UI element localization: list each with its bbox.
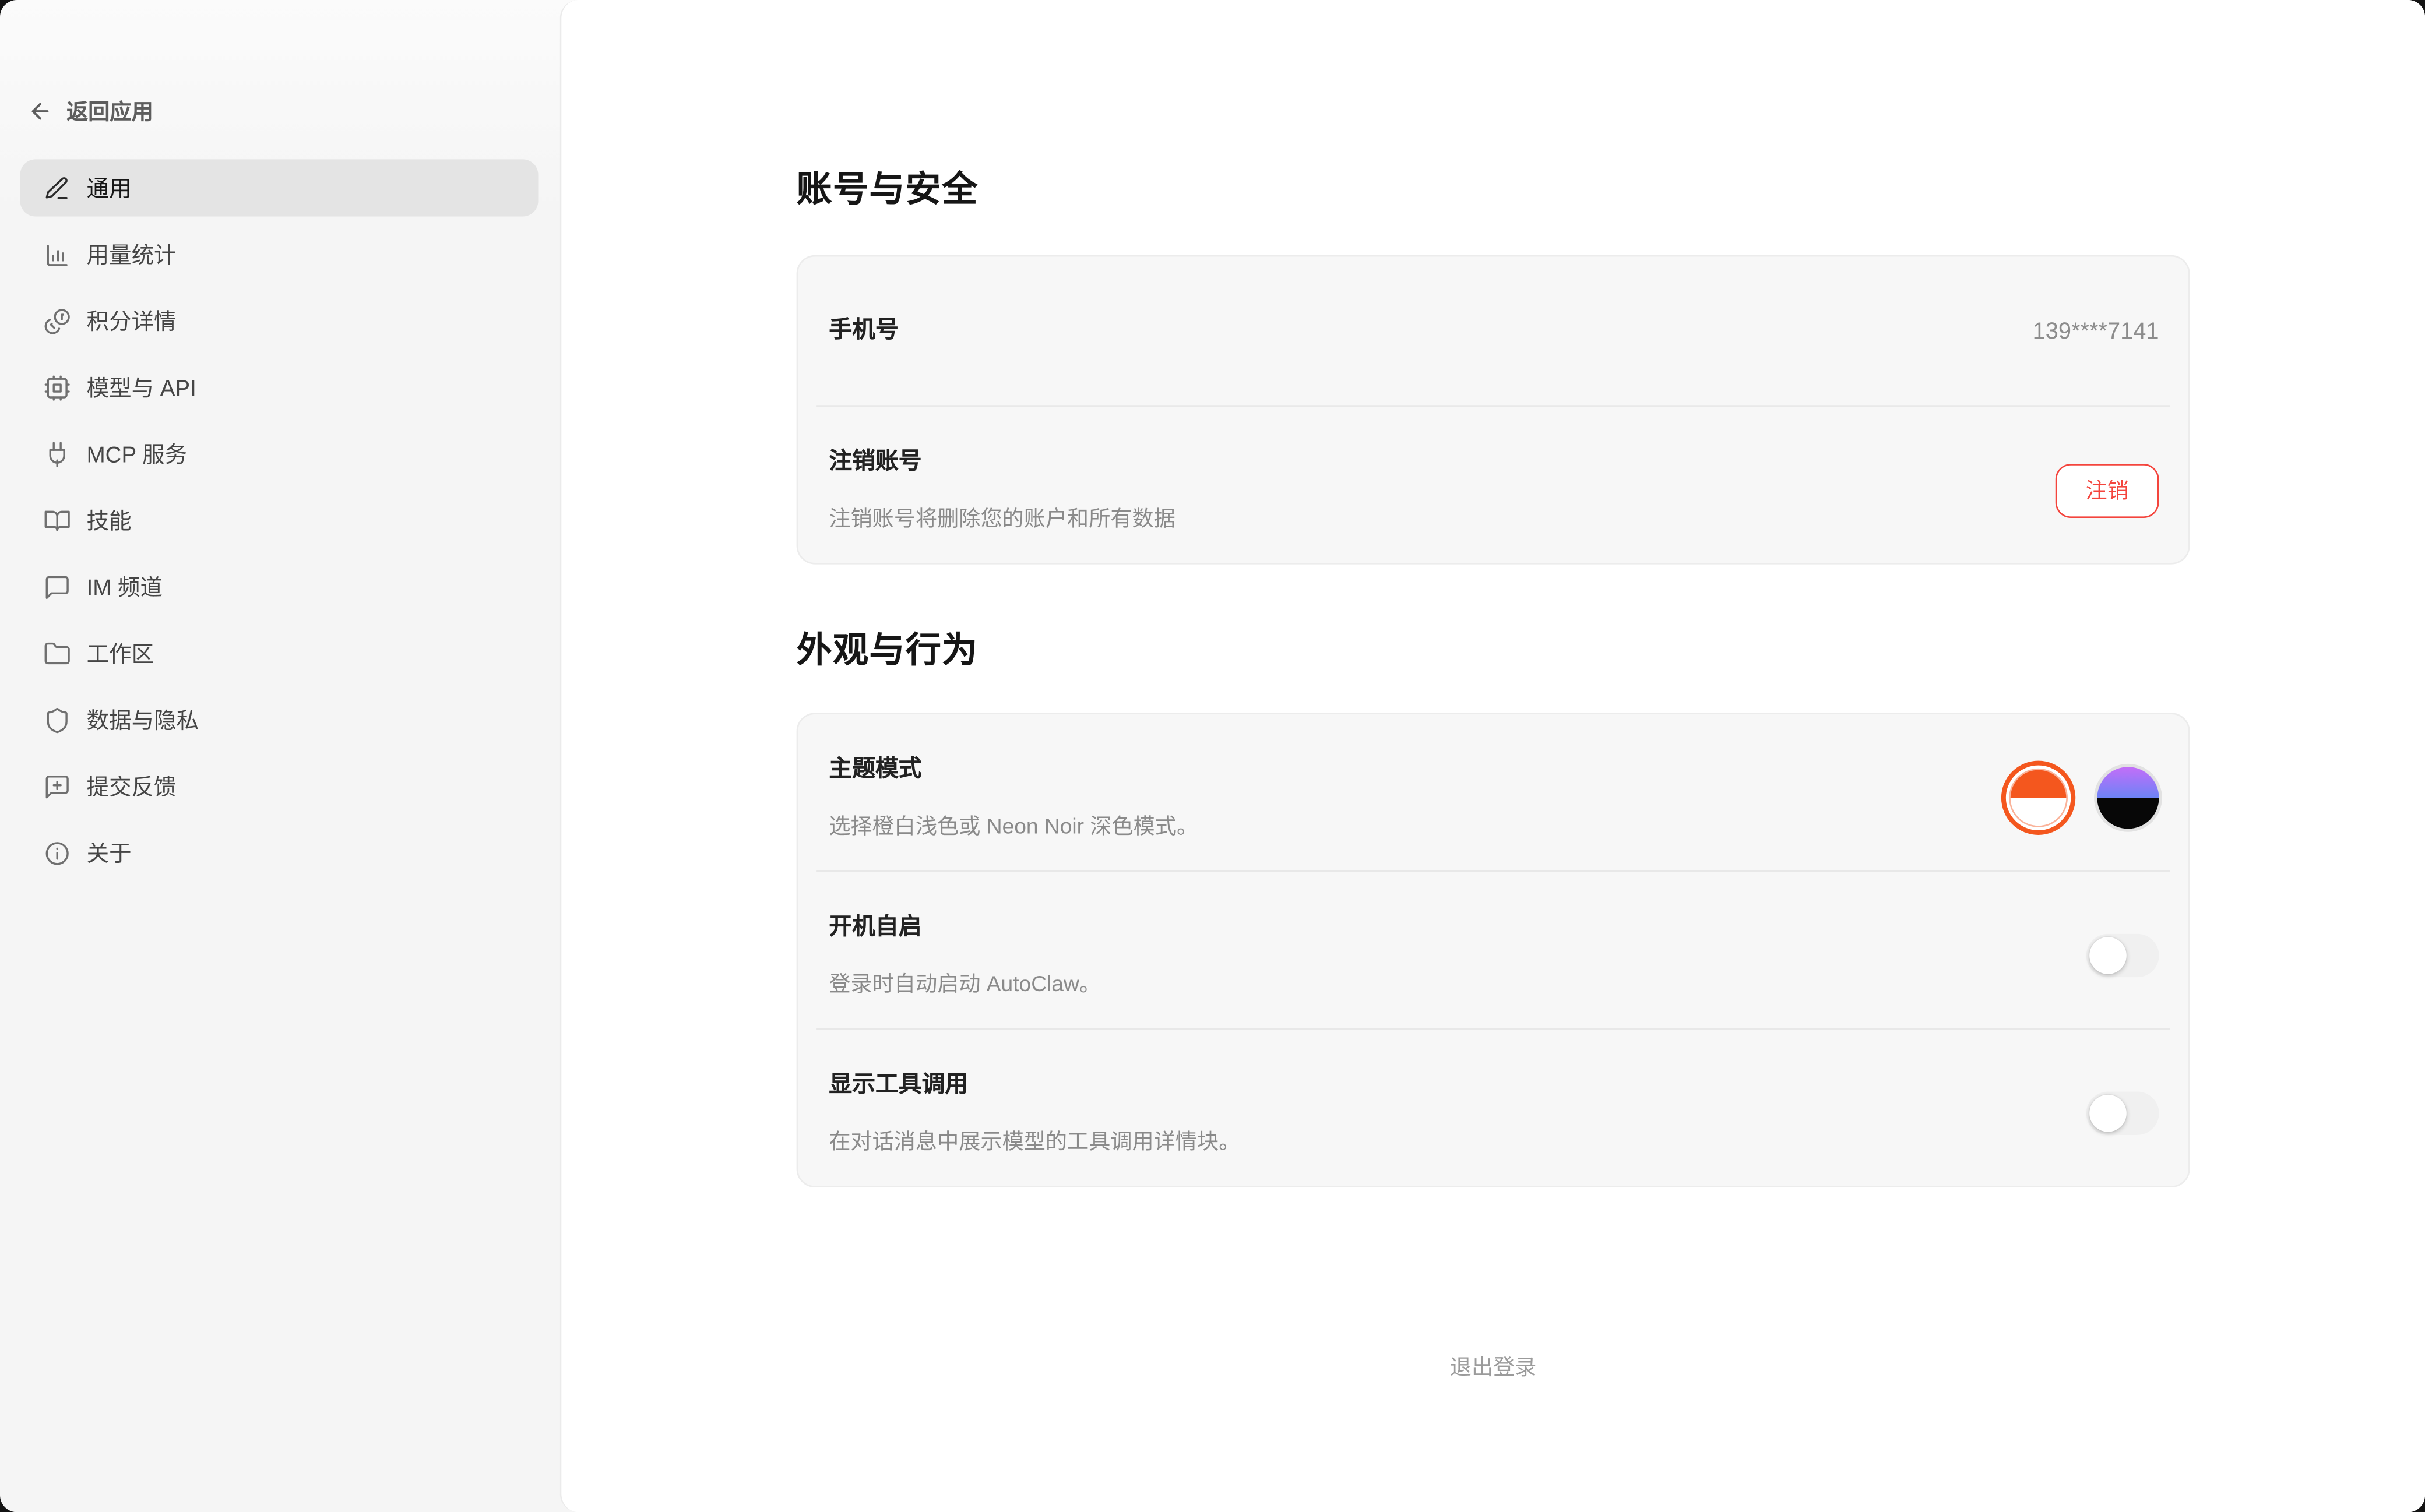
sidebar-item-label: 模型与 API: [87, 371, 196, 404]
back-to-app-label: 返回应用: [66, 96, 153, 127]
sidebar-item-label: 积分详情: [87, 305, 177, 337]
show-tool-calls-label: 显示工具调用: [829, 1070, 1240, 1101]
theme-light-swatch[interactable]: [2011, 770, 2067, 826]
book-open-icon: [43, 506, 71, 534]
sidebar-item-feedback[interactable]: 提交反馈: [20, 757, 538, 815]
sidebar-item-skills[interactable]: 技能: [20, 492, 538, 549]
bar-chart-icon: [43, 241, 71, 269]
settings-window: 返回应用 通用 用量统计: [0, 0, 2425, 1512]
sidebar-item-im-channels[interactable]: IM 频道: [20, 558, 538, 615]
appearance-card: 主题模式 选择橙白浅色或 Neon Noir 深色模式。 开机自启 登录时自动启…: [797, 713, 2190, 1187]
autostart-label: 开机自启: [829, 912, 1101, 943]
main-panel: 账号与安全 手机号 139****7141 注销账号 注销账号将删除您的账户和所…: [560, 0, 2425, 1512]
sidebar-item-label: 数据与隐私: [87, 703, 199, 736]
phone-label: 手机号: [829, 315, 898, 346]
pen-icon: [43, 174, 71, 202]
sidebar-item-label: IM 频道: [87, 570, 163, 603]
sidebar-item-models-api[interactable]: 模型与 API: [20, 359, 538, 416]
sidebar-item-mcp-services[interactable]: MCP 服务: [20, 425, 538, 482]
sidebar: 返回应用 通用 用量统计: [0, 0, 560, 1512]
sidebar-item-about[interactable]: 关于: [20, 824, 538, 881]
sidebar-item-label: 通用: [87, 172, 132, 205]
appearance-behavior-title: 外观与行为: [797, 620, 2190, 672]
autostart-toggle[interactable]: [2086, 934, 2159, 977]
shield-icon: [43, 706, 71, 734]
info-icon: [43, 839, 71, 867]
folder-icon: [43, 639, 71, 667]
back-to-app-button[interactable]: 返回应用: [20, 96, 538, 127]
cpu-icon: [43, 373, 71, 401]
show-tool-calls-description: 在对话消息中展示模型的工具调用详情块。: [829, 1126, 1240, 1157]
account-security-title: 账号与安全: [797, 159, 2190, 212]
theme-mode-description: 选择橙白浅色或 Neon Noir 深色模式。: [829, 810, 1198, 841]
sidebar-item-label: 用量统计: [87, 238, 177, 271]
show-tool-calls-toggle[interactable]: [2086, 1092, 2159, 1135]
sidebar-item-credits[interactable]: 积分详情: [20, 292, 538, 350]
sidebar-item-label: 关于: [87, 837, 132, 869]
toggle-knob: [2089, 1095, 2127, 1132]
delete-account-label: 注销账号: [829, 447, 1175, 478]
account-card: 手机号 139****7141 注销账号 注销账号将删除您的账户和所有数据 注销: [797, 255, 2190, 565]
feedback-plus-icon: [43, 773, 71, 801]
sidebar-item-label: MCP 服务: [87, 438, 187, 470]
coins-icon: [43, 307, 71, 335]
theme-dark-swatch[interactable]: [2097, 767, 2159, 829]
show-tool-calls-row: 显示工具调用 在对话消息中展示模型的工具调用详情块。: [798, 1030, 2188, 1186]
phone-value: 139****7141: [2033, 318, 2159, 344]
sidebar-item-label: 技能: [87, 504, 132, 537]
sidebar-item-label: 提交反馈: [87, 770, 177, 803]
theme-mode-label: 主题模式: [829, 755, 1198, 785]
delete-account-button[interactable]: 注销: [2056, 463, 2159, 517]
autostart-row: 开机自启 登录时自动启动 AutoClaw。: [798, 872, 2188, 1028]
sidebar-nav: 通用 用量统计 积分详情: [20, 159, 538, 881]
sidebar-item-usage-stats[interactable]: 用量统计: [20, 225, 538, 283]
autostart-description: 登录时自动启动 AutoClaw。: [829, 968, 1101, 999]
sidebar-item-label: 工作区: [87, 637, 154, 669]
sidebar-item-workspace[interactable]: 工作区: [20, 625, 538, 682]
toggle-knob: [2089, 937, 2127, 974]
sidebar-item-data-privacy[interactable]: 数据与隐私: [20, 691, 538, 748]
delete-account-row: 注销账号 注销账号将删除您的账户和所有数据 注销: [798, 407, 2188, 563]
arrow-left-icon: [28, 99, 52, 124]
chat-bubble-icon: [43, 573, 71, 601]
theme-mode-row: 主题模式 选择橙白浅色或 Neon Noir 深色模式。: [798, 714, 2188, 870]
plug-icon: [43, 440, 71, 468]
phone-row: 手机号 139****7141: [798, 257, 2188, 406]
logout-button[interactable]: 退出登录: [1450, 1351, 1537, 1382]
delete-account-description: 注销账号将删除您的账户和所有数据: [829, 502, 1175, 533]
sidebar-item-general[interactable]: 通用: [20, 159, 538, 216]
